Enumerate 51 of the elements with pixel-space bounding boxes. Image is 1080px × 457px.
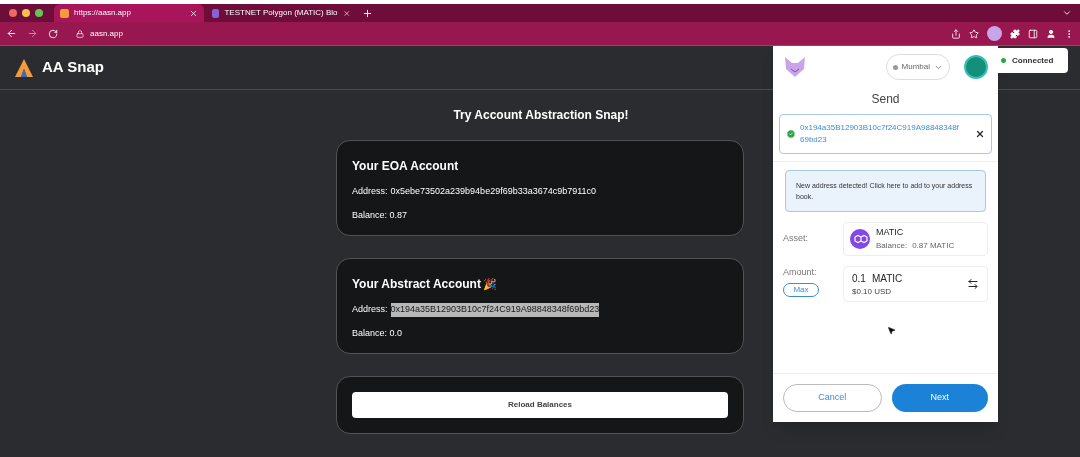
send-title: Send <box>870 91 901 108</box>
recipient-field[interactable]: 0x194a35B12903B10c7f24C919A98848348f69bd23 <box>779 114 992 154</box>
amount-unit: MATIC <box>871 271 903 286</box>
browser-tab[interactable]: https://aasn.app <box>54 4 204 22</box>
amount-field[interactable]: 0.1 MATIC $0.10 USD <box>843 266 988 302</box>
address-label: Address: <box>352 185 388 198</box>
account-avatar[interactable] <box>964 55 988 79</box>
balance-text: Balance: 0.87 <box>352 208 409 222</box>
clear-recipient-icon[interactable] <box>975 129 985 139</box>
browser-tab[interactable]: TESTNET Polygon (MATIC) Blo <box>206 4 356 22</box>
fox-logo-icon <box>783 56 807 78</box>
connected-text: Connected <box>1012 54 1054 67</box>
mouse-cursor-icon <box>887 326 896 335</box>
close-tab-icon[interactable] <box>189 8 198 18</box>
side-panel-icon[interactable] <box>1028 28 1038 39</box>
address-value: 0x194a35B12903B10c7f24C919A98848348f69bd23 <box>390 303 600 317</box>
new-tab-icon[interactable] <box>362 7 373 19</box>
share-icon[interactable] <box>951 28 961 39</box>
card-title: Your EOA Account <box>352 158 459 175</box>
amount-value: 0.1 <box>852 271 866 286</box>
asset-selector[interactable]: MATIC Balance: 0.87 MATIC <box>843 222 988 256</box>
reload-balances-button[interactable]: Reload Balances <box>352 392 728 418</box>
swap-icon[interactable] <box>967 278 979 290</box>
asset-balance-label: Balance: <box>876 239 908 252</box>
verified-check-icon <box>786 129 796 139</box>
url-field[interactable]: aasn.app <box>90 27 123 40</box>
back-icon[interactable] <box>6 28 17 39</box>
card-title: Your Abstract Account <box>352 276 481 293</box>
extensions-icon[interactable] <box>1010 28 1020 39</box>
asset-name: MATIC <box>876 226 905 240</box>
page-heading: Try Account Abstraction Snap! <box>453 107 629 124</box>
tab-list-icon[interactable] <box>1062 8 1072 18</box>
asset-label: Asset: <box>783 232 809 246</box>
address-value: 0x5ebe73502a239b94be29f69b33a3674c9b7911c0 <box>390 185 597 198</box>
reload-icon[interactable] <box>48 28 58 39</box>
recipient-address: 0x194a35B12903B10c7f24C919A98848348f69bd23 <box>800 122 960 146</box>
lock-icon <box>76 29 84 38</box>
address-label: Address: <box>352 303 388 316</box>
asset-balance: 0.87 MATIC <box>912 239 955 252</box>
network-name: Mumbai <box>901 61 930 73</box>
next-button[interactable]: Next <box>891 384 988 412</box>
profile-icon[interactable] <box>1046 28 1056 39</box>
balance-text: Balance: 0.0 <box>352 326 404 340</box>
close-tab-icon[interactable] <box>342 8 350 18</box>
bookmark-star-icon[interactable] <box>969 28 979 39</box>
party-popper-emoji: 🎉 <box>482 276 497 293</box>
app-title: AA Snap <box>42 57 104 78</box>
amount-label: Amount: <box>783 266 818 279</box>
tab-title: https://aasn.app <box>74 7 132 19</box>
amount-fiat: $0.10 USD <box>852 285 893 298</box>
tab-title: TESTNET Polygon (MATIC) Blo <box>224 7 338 19</box>
